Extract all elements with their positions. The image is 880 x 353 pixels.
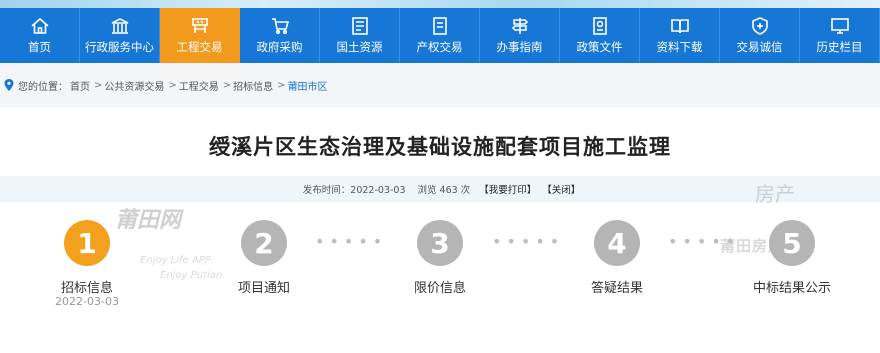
print-button[interactable]: 【我要打印】 xyxy=(479,182,536,196)
step-1-circle[interactable]: 1 xyxy=(64,220,110,266)
policy-icon xyxy=(589,15,611,37)
nav-label: 政府采购 xyxy=(256,40,303,54)
breadcrumb-item-public-resources[interactable]: 公共资源交易 xyxy=(104,78,164,93)
nav-item-trade-credit[interactable]: 交易诚信 xyxy=(720,8,800,63)
views-count: 463 xyxy=(439,185,458,196)
step-connector-dots: ••••• xyxy=(492,232,565,251)
book-icon xyxy=(669,15,691,37)
nav-item-home[interactable]: 首页 xyxy=(0,8,80,63)
breadcrumb-item-engineering[interactable]: 工程交易 xyxy=(179,78,219,93)
step-5-circle[interactable]: 5 xyxy=(769,220,815,266)
breadcrumb-item-home[interactable]: 首页 xyxy=(70,78,90,93)
main-nav: 首页 行政服务中心 工程交易 政府采购 国土资源 产权交易 办事指南 政策文件 … xyxy=(0,8,880,63)
views-info: 浏览 463 次 xyxy=(418,182,471,196)
nav-label: 办事指南 xyxy=(496,40,543,54)
watermark-property-logo: 房产 xyxy=(755,182,795,206)
nav-item-admin-service[interactable]: 行政服务中心 xyxy=(80,8,160,63)
publish-info: 发布时间：2022-03-03 xyxy=(303,182,406,196)
location-pin-icon xyxy=(4,79,14,91)
nav-item-downloads[interactable]: 资料下载 xyxy=(640,8,720,63)
article-meta: 发布时间：2022-03-03 浏览 463 次 【我要打印】 【关闭】 xyxy=(0,176,880,202)
nav-item-engineering[interactable]: 工程交易 xyxy=(160,8,240,63)
step-connector-dots: ••••• xyxy=(315,232,388,251)
nav-label: 国土资源 xyxy=(336,40,383,54)
publish-label: 发布时间： xyxy=(302,185,351,196)
page-title: 绶溪片区生态治理及基础设施配套项目施工监理 xyxy=(209,135,671,159)
nav-label: 历史栏目 xyxy=(816,40,863,54)
nav-label: 资料下载 xyxy=(656,40,703,54)
breadcrumb-separator: > xyxy=(222,79,232,91)
breadcrumb-prefix: 您的位置： xyxy=(18,81,68,93)
home-icon xyxy=(29,15,51,37)
publish-date: 2022-03-03 xyxy=(350,185,406,196)
nav-item-service-guide[interactable]: 办事指南 xyxy=(480,8,560,63)
shield-icon xyxy=(749,15,771,37)
breadcrumb-item-current[interactable]: 莆田市区 xyxy=(288,78,328,93)
breadcrumb-separator: > xyxy=(94,79,103,91)
breadcrumb-item-tender-info[interactable]: 招标信息 xyxy=(233,78,273,93)
nav-item-history[interactable]: 历史栏目 xyxy=(800,8,880,63)
step-4-circle[interactable]: 4 xyxy=(594,220,640,266)
nav-label: 产权交易 xyxy=(416,40,463,54)
nav-label: 交易诚信 xyxy=(736,40,783,54)
document-icon xyxy=(429,15,451,37)
construction-icon xyxy=(189,15,211,37)
nav-label: 首页 xyxy=(28,40,51,54)
step-4-label[interactable]: 答疑结果 xyxy=(557,277,677,296)
step-2-label[interactable]: 项目通知 xyxy=(204,277,324,296)
step-1-date: 2022-03-03 xyxy=(55,295,119,308)
nav-item-property-rights[interactable]: 产权交易 xyxy=(400,8,480,63)
nav-item-policy-documents[interactable]: 政策文件 xyxy=(560,8,640,63)
step-5-label[interactable]: 中标结果公示 xyxy=(732,277,852,296)
land-icon xyxy=(349,15,371,37)
step-3-label[interactable]: 限价信息 xyxy=(380,277,500,296)
step-connector-dots: ••••• xyxy=(668,232,741,251)
nav-label: 政策文件 xyxy=(576,40,623,54)
cart-icon xyxy=(269,15,291,37)
views-unit: 次 xyxy=(460,185,471,196)
step-2-circle[interactable]: 2 xyxy=(241,220,287,266)
building-icon xyxy=(109,15,131,37)
progress-steps: 1 招标信息 2022-03-03 2 项目通知 ••••• 3 限价信息 ••… xyxy=(0,218,880,328)
nav-label: 行政服务中心 xyxy=(85,40,154,54)
nav-label: 工程交易 xyxy=(176,40,223,54)
top-banner-strip xyxy=(0,0,880,8)
monitor-icon xyxy=(829,15,851,37)
nav-item-land-resources[interactable]: 国土资源 xyxy=(320,8,400,63)
breadcrumb: 您的位置： 首页 > 公共资源交易 > 工程交易 > 招标信息 > 莆田市区 xyxy=(0,63,880,107)
step-1-label[interactable]: 招标信息 xyxy=(27,277,147,296)
views-label: 浏览 xyxy=(417,185,437,196)
signpost-icon xyxy=(509,15,531,37)
step-3-circle[interactable]: 3 xyxy=(417,220,463,266)
breadcrumb-separator: > xyxy=(168,79,177,91)
close-button[interactable]: 【关闭】 xyxy=(542,182,580,196)
nav-item-government-procurement[interactable]: 政府采购 xyxy=(240,8,320,63)
breadcrumb-separator: > xyxy=(277,79,286,91)
